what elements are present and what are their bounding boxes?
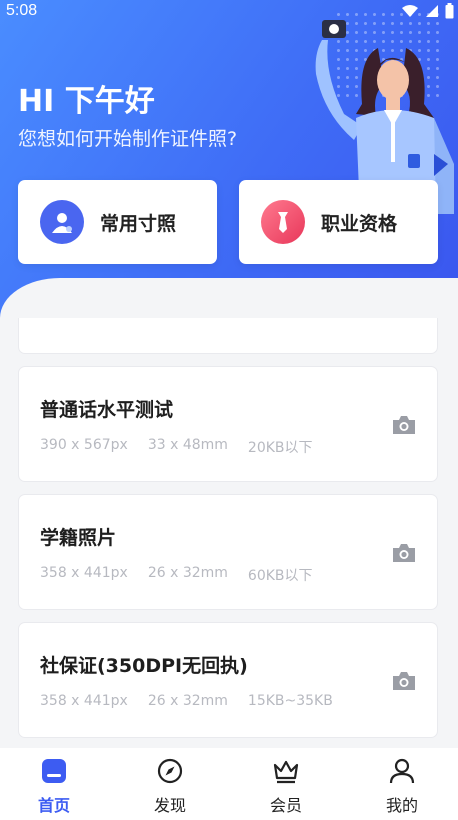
list-item[interactable]: 普通话水平测试 390 x 567px 33 x 48mm 20KB以下: [18, 366, 438, 482]
camera-icon[interactable]: [391, 671, 417, 691]
status-icons: [401, 3, 454, 19]
crown-icon: [273, 760, 299, 784]
home-icon: [42, 759, 66, 783]
item-pixels: 358 x 441px: [40, 693, 128, 709]
list-item[interactable]: 学籍照片 358 x 441px 26 x 32mm 60KB以下: [18, 494, 438, 610]
quick-action-label: 常用寸照: [100, 212, 177, 235]
quick-action-label: 职业资格: [321, 212, 398, 235]
status-bar: 5:08: [0, 0, 458, 24]
item-title: 社保证(350DPI无回执): [40, 655, 248, 677]
item-mm: 26 x 32mm: [147, 565, 228, 581]
bottom-tab-bar: 首页 发现 会员 我的: [0, 748, 458, 820]
item-specs: 390 x 567px 33 x 48mm 20KB以下: [40, 437, 333, 457]
item-title: 学籍照片: [40, 527, 117, 549]
quick-action-professional[interactable]: 职业资格: [239, 180, 438, 264]
item-mm: 33 x 48mm: [147, 437, 228, 453]
greeting-title: HI 下午好: [18, 84, 155, 119]
list-item[interactable]: 社保证(350DPI无回执) 358 x 441px 26 x 32mm 15K…: [18, 622, 438, 738]
item-specs: 358 x 441px 26 x 32mm 60KB以下: [40, 565, 333, 585]
wifi-icon: [402, 5, 418, 17]
item-specs: 358 x 441px 26 x 32mm 15KB~35KB: [40, 693, 353, 709]
item-filesize: 20KB以下: [247, 440, 313, 456]
tab-member[interactable]: 会员: [246, 758, 326, 816]
tab-label: 首页: [37, 796, 70, 815]
item-mm: 26 x 32mm: [147, 693, 228, 709]
item-filesize: 60KB以下: [247, 568, 313, 584]
item-pixels: 358 x 441px: [40, 565, 128, 581]
greeting-subtitle: 您想如何开始制作证件照?: [18, 128, 238, 150]
item-title: 普通话水平测试: [40, 399, 174, 421]
compass-icon: [157, 758, 183, 784]
quick-action-common-size[interactable]: 常用寸照: [18, 180, 217, 264]
tie-icon: [261, 200, 305, 244]
item-pixels: 390 x 567px: [40, 437, 128, 453]
tab-home[interactable]: 首页: [14, 758, 94, 816]
tab-label: 发现: [153, 796, 186, 815]
status-time: 5:08: [6, 2, 38, 19]
user-icon: [389, 758, 415, 784]
battery-icon: [445, 3, 454, 19]
tab-discover[interactable]: 发现: [130, 758, 210, 816]
list-item-partial[interactable]: [18, 318, 438, 354]
camera-icon[interactable]: [391, 415, 417, 435]
tab-mine[interactable]: 我的: [362, 758, 442, 816]
signal-icon: [426, 5, 438, 17]
person-icon: [40, 200, 84, 244]
tab-label: 我的: [385, 796, 418, 815]
tab-label: 会员: [269, 796, 302, 815]
item-filesize: 15KB~35KB: [247, 693, 333, 709]
camera-icon[interactable]: [391, 543, 417, 563]
